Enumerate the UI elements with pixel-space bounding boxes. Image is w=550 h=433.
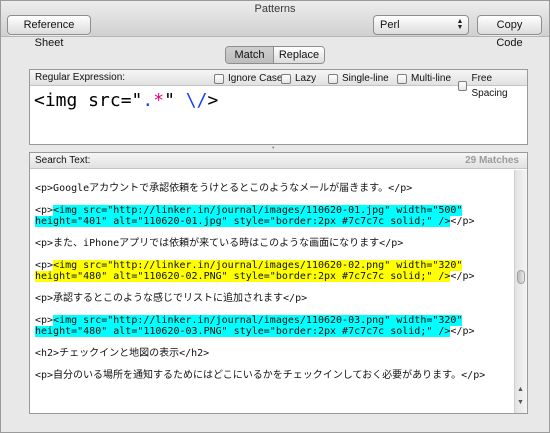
text-line: <p>承認するとこのような感じでリストに追加されます</p> [35, 293, 308, 304]
option-multi-line[interactable]: Multi-line [397, 71, 451, 86]
language-select-value: Perl [380, 19, 400, 31]
match-highlight: height="480" alt="110620-02.PNG" style="… [35, 271, 451, 282]
window-title: Patterns [254, 3, 296, 15]
text-line: <p>自分のいる場所を通知するためにはどこにいるかをチェックインしておく必要があ… [35, 370, 486, 381]
text-segment: <p> [35, 315, 54, 326]
ignore-case-label: Ignore Case [228, 73, 283, 84]
text-line: height="480" alt="110620-03.PNG" style="… [35, 326, 514, 337]
reference-sheet-button[interactable]: Reference Sheet [7, 15, 91, 49]
search-panel: Search Text: 29 Matches <p>Googleアカウントで承… [29, 152, 528, 414]
multi-line-checkbox[interactable] [397, 73, 407, 84]
text-line: <p><img src="http://linker.in/journal/im… [35, 315, 514, 326]
regex-panel: Regular Expression: Ignore Case Lazy Sin… [29, 69, 528, 145]
pattern-literal-open: <img src=" [34, 90, 143, 111]
scroll-up-icon[interactable]: ▲ [517, 386, 524, 393]
match-highlight: <img src="http://linker.in/journal/image… [53, 315, 463, 326]
multi-line-label: Multi-line [411, 73, 452, 84]
text-line: <p><img src="http://linker.in/journal/im… [35, 205, 514, 216]
select-arrows-icon: ▲ ▼ [456, 18, 464, 31]
vertical-scrollbar[interactable]: ▲ ▼ [514, 170, 527, 413]
scroll-down-icon[interactable]: ▼ [517, 399, 524, 406]
ignore-case-checkbox[interactable] [214, 73, 224, 84]
regex-header: Regular Expression: Ignore Case Lazy Sin… [30, 70, 527, 99]
match-highlight: height="401" alt="110620-01.jpg" style="… [35, 216, 451, 227]
text-segment: </p> [450, 271, 475, 282]
regex-input[interactable]: <img src=".*" \/> [34, 90, 218, 111]
search-header: Search Text: 29 Matches [30, 153, 527, 169]
match-highlight: <img src="http://linker.in/journal/image… [53, 260, 463, 271]
single-line-label: Single-line [342, 73, 389, 84]
pattern-dot: . [142, 90, 154, 111]
text-line: <p><img src="http://linker.in/journal/im… [35, 260, 514, 271]
option-single-line[interactable]: Single-line [328, 71, 389, 86]
text-segment: </p> [450, 216, 475, 227]
text-segment: <p> [35, 205, 54, 216]
search-label: Search Text: [35, 155, 91, 166]
search-text-area[interactable]: <p>Googleアカウントで承認依頼をうけとるとこのようなメールが届きます。<… [30, 170, 514, 413]
tab-replace[interactable]: Replace [274, 47, 324, 63]
match-highlight: height="480" alt="110620-03.PNG" style="… [35, 326, 451, 337]
tab-match[interactable]: Match [226, 47, 274, 63]
patterns-window: Patterns Reference Sheet Perl ▲ ▼ Copy Co… [0, 0, 550, 433]
option-ignore-case[interactable]: Ignore Case [214, 71, 282, 86]
option-lazy[interactable]: Lazy [281, 71, 316, 86]
pattern-escaped-slash: \/ [185, 90, 208, 111]
single-line-checkbox[interactable] [328, 73, 338, 84]
lazy-checkbox[interactable] [281, 73, 291, 84]
mode-segmented-control: Match Replace [225, 46, 325, 64]
match-highlight: <img src="http://linker.in/journal/image… [53, 205, 463, 216]
pattern-star: * [153, 90, 165, 111]
language-select[interactable]: Perl ▲ ▼ [373, 15, 469, 35]
text-line: <p>Googleアカウントで承認依頼をうけとるとこのようなメールが届きます。<… [35, 183, 413, 194]
text-line: height="480" alt="110620-02.PNG" style="… [35, 271, 514, 282]
scrollbar-thumb[interactable] [517, 270, 525, 284]
pattern-literal-quote: " [164, 90, 186, 111]
text-line: height="401" alt="110620-01.jpg" style="… [35, 216, 514, 227]
regex-label: Regular Expression: [35, 72, 126, 83]
text-line: <h2>チェックインと地図の表示</h2> [35, 348, 210, 359]
text-segment: </p> [450, 326, 475, 337]
text-line: <p>また、iPhoneアプリでは依頼が来ている時はこのような画面になります</… [35, 238, 404, 249]
copy-code-button[interactable]: Copy Code [477, 15, 542, 49]
lazy-label: Lazy [295, 73, 317, 84]
free-spacing-checkbox[interactable] [458, 81, 468, 91]
match-count: 29 Matches [465, 155, 519, 166]
splitter-handle[interactable]: • [272, 145, 278, 152]
option-free-spacing[interactable]: Free Spacing [458, 71, 527, 101]
free-spacing-label: Free Spacing [471, 73, 508, 99]
pattern-literal-close: > [207, 90, 219, 111]
text-segment: <p> [35, 260, 54, 271]
